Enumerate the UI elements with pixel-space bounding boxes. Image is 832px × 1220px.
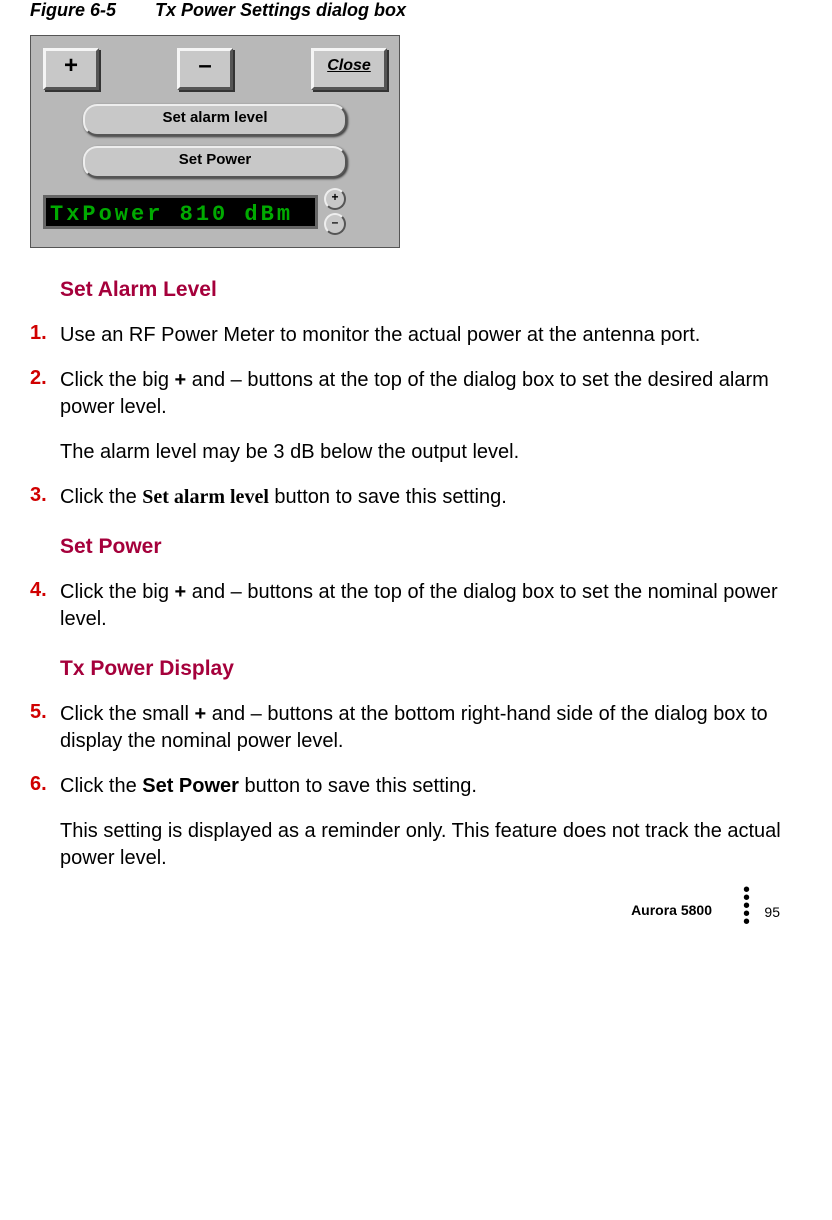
heading-tx-power-display: Tx Power Display — [60, 657, 792, 681]
step-2: 2. Click the big + and – buttons at the … — [30, 367, 792, 421]
figure-number: Figure 6-5 — [30, 0, 150, 21]
big-minus-button[interactable]: – — [177, 48, 233, 90]
step-6-note: This setting is displayed as a reminder … — [60, 818, 792, 872]
tx-power-dialog: + – Close Set alarm level Set Power TxPo… — [30, 35, 400, 248]
step-2-note: The alarm level may be 3 dB below the ou… — [60, 439, 792, 466]
dialog-top-row: + – Close — [43, 48, 387, 90]
small-plus-button[interactable]: + — [324, 188, 346, 210]
set-power-button[interactable]: Set Power — [83, 146, 347, 178]
figure-title: Tx Power Settings dialog box — [155, 0, 406, 20]
figure-caption: Figure 6-5 Tx Power Settings dialog box — [30, 0, 792, 21]
footer-page-number: 95 — [764, 904, 780, 920]
big-plus-button[interactable]: + — [43, 48, 99, 90]
heading-set-power: Set Power — [60, 535, 792, 559]
step-number: 5. — [30, 701, 60, 755]
step-number: 4. — [30, 579, 60, 633]
heading-set-alarm-level: Set Alarm Level — [60, 278, 792, 302]
tx-power-display: TxPower 810 dBm — [43, 195, 318, 229]
display-row: TxPower 810 dBm + – — [43, 188, 387, 235]
step-3: 3. Click the Set alarm level button to s… — [30, 484, 792, 511]
small-minus-button[interactable]: – — [324, 213, 346, 235]
set-alarm-level-button[interactable]: Set alarm level — [83, 104, 347, 136]
step-number: 2. — [30, 367, 60, 421]
step-text: Use an RF Power Meter to monitor the act… — [60, 322, 700, 349]
step-number: 3. — [30, 484, 60, 511]
step-text: Click the Set alarm level button to save… — [60, 484, 507, 511]
step-text: Click the big + and – buttons at the top… — [60, 367, 792, 421]
step-text: Click the big + and – buttons at the top… — [60, 579, 792, 633]
footer-dots-icon: ••••• — [743, 886, 750, 926]
footer-product: Aurora 5800 — [631, 902, 712, 918]
step-text: Click the small + and – buttons at the b… — [60, 701, 792, 755]
step-5: 5. Click the small + and – buttons at th… — [30, 701, 792, 755]
step-4: 4. Click the big + and – buttons at the … — [30, 579, 792, 633]
close-button[interactable]: Close — [311, 48, 387, 90]
page-footer: Aurora 5800 ••••• 95 — [30, 902, 792, 932]
step-number: 6. — [30, 773, 60, 800]
mini-buttons: + – — [324, 188, 346, 235]
step-text: Click the Set Power button to save this … — [60, 773, 477, 800]
step-number: 1. — [30, 322, 60, 349]
step-6: 6. Click the Set Power button to save th… — [30, 773, 792, 800]
step-1: 1. Use an RF Power Meter to monitor the … — [30, 322, 792, 349]
